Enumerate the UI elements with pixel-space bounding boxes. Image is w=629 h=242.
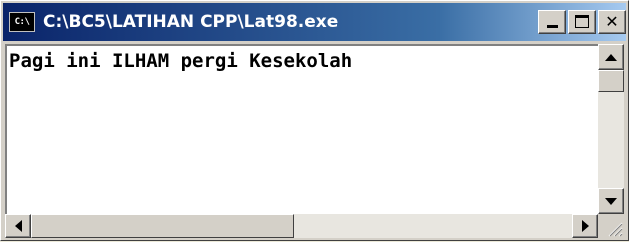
arrow-left-icon (14, 220, 22, 232)
maximize-button[interactable] (568, 10, 596, 34)
title-bar[interactable]: C:\ C:\BC5\LATIHAN CPP\Lat98.exe ✕ (3, 3, 626, 41)
arrow-right-icon (581, 220, 589, 232)
close-button[interactable]: ✕ (598, 10, 626, 34)
maximize-icon (575, 15, 589, 28)
scroll-up-button[interactable] (598, 44, 624, 70)
horizontal-scrollbar[interactable] (5, 214, 598, 238)
scroll-right-button[interactable] (572, 214, 598, 238)
arrow-down-icon (605, 197, 617, 205)
console-output[interactable]: Pagi ini ILHAM pergi Kesekolah (5, 44, 598, 214)
scroll-down-button[interactable] (598, 188, 624, 214)
scroll-left-button[interactable] (5, 214, 31, 238)
close-icon: ✕ (605, 12, 619, 31)
console-line: Pagi ini ILHAM pergi Kesekolah (9, 50, 353, 72)
resize-grip-lines (608, 222, 623, 237)
horizontal-scroll-thumb[interactable] (31, 214, 294, 238)
window-title: C:\BC5\LATIHAN CPP\Lat98.exe (43, 12, 339, 32)
arrow-up-icon (605, 53, 617, 61)
resize-grip-icon[interactable] (598, 214, 624, 238)
console-window: C:\ C:\BC5\LATIHAN CPP\Lat98.exe ✕ Pagi … (0, 0, 629, 241)
vertical-scrollbar[interactable] (598, 44, 624, 214)
caption-buttons: ✕ (538, 10, 626, 34)
minimize-icon (547, 25, 558, 28)
vertical-scroll-thumb[interactable] (598, 70, 624, 92)
console-icon-text: C:\ (14, 17, 30, 27)
minimize-button[interactable] (538, 10, 566, 34)
console-icon[interactable]: C:\ (9, 12, 35, 32)
